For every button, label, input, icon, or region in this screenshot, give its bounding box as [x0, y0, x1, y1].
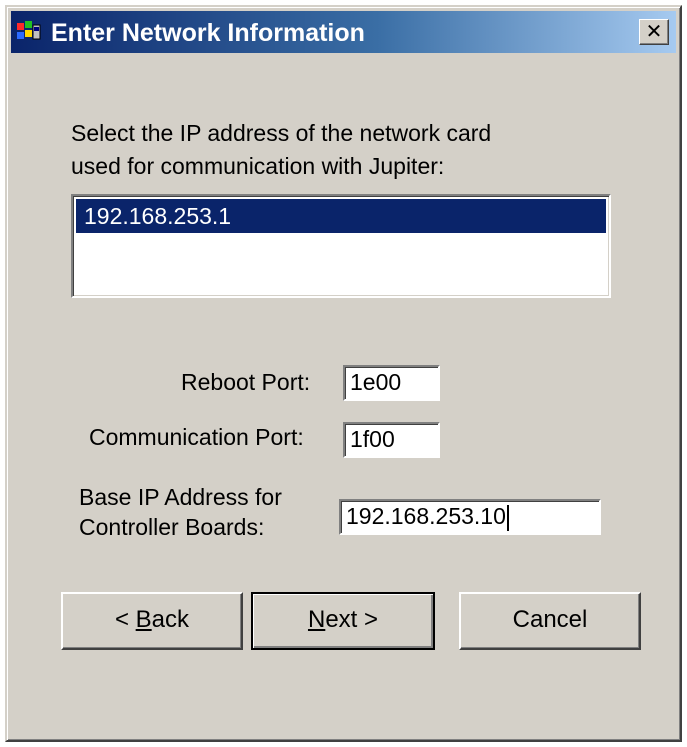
base-ip-label: Base IP Address for Controller Boards:: [79, 482, 282, 542]
dialog-window: Enter Network Information ✕ Select the I…: [5, 5, 682, 742]
back-button-rest: ack: [151, 606, 190, 633]
text-caret: [506, 504, 509, 531]
next-button[interactable]: Next >: [251, 592, 435, 650]
base-ip-label-line-1: Base IP Address for: [79, 484, 282, 510]
next-button-rest: ext >: [325, 606, 379, 633]
instruction-text: Select the IP address of the network car…: [71, 117, 631, 183]
setup-wizard-icon: [17, 21, 41, 40]
communication-port-label: Communication Port:: [89, 424, 304, 450]
window-title: Enter Network Information: [51, 19, 365, 47]
list-item-selected[interactable]: 192.168.253.1: [76, 199, 606, 233]
back-button-accel: B: [135, 606, 152, 633]
back-button[interactable]: < Back: [61, 592, 243, 650]
back-button-prefix: <: [114, 606, 136, 633]
reboot-port-input[interactable]: 1e00: [343, 365, 440, 401]
reboot-port-label: Reboot Port:: [181, 369, 311, 395]
title-bar[interactable]: Enter Network Information ✕: [11, 11, 676, 53]
base-ip-value: 192.168.253.10: [346, 503, 506, 529]
instruction-line-1: Select the IP address of the network car…: [71, 120, 492, 146]
base-ip-input[interactable]: 192.168.253.10: [339, 499, 601, 535]
base-ip-label-line-2: Controller Boards:: [79, 514, 265, 540]
communication-port-input[interactable]: 1f00: [343, 422, 440, 458]
ip-address-listbox[interactable]: 192.168.253.1: [71, 194, 611, 298]
close-button[interactable]: ✕: [639, 19, 669, 45]
close-icon: ✕: [645, 19, 663, 43]
instruction-line-2: used for communication with Jupiter:: [71, 153, 445, 179]
next-button-accel: N: [307, 606, 326, 633]
cancel-button[interactable]: Cancel: [459, 592, 641, 650]
